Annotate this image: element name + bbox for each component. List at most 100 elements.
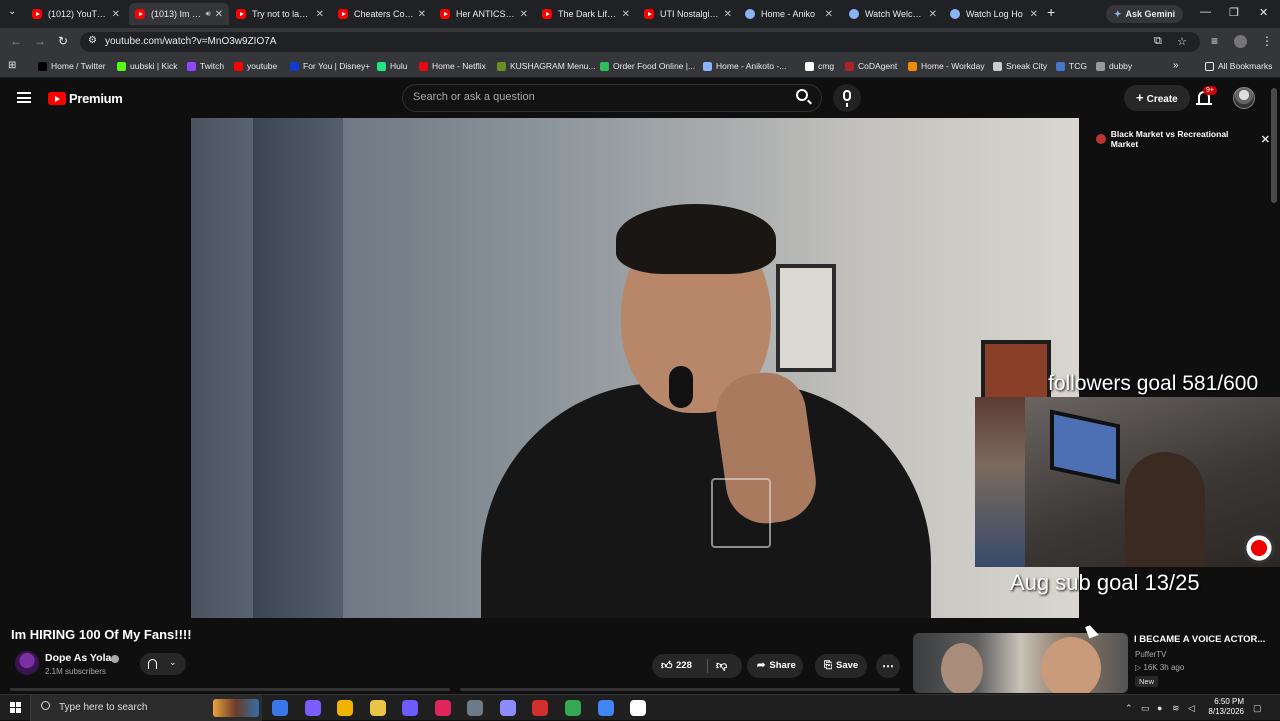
related-chip[interactable]: Black Market vs Recreational Market ✕ [1090, 128, 1270, 150]
bookmark-item[interactable]: Home - Workday [908, 61, 985, 71]
browser-tab[interactable]: Cheaters Court ✕ [332, 3, 432, 25]
bookmark-item[interactable]: Order Food Online |... [600, 61, 695, 71]
network-icon[interactable]: ▭ [1141, 703, 1150, 714]
taskbar-app-icon[interactable] [467, 700, 483, 716]
tab-audio-icon[interactable]: 🔊︎ [206, 9, 211, 19]
taskbar-app-icon[interactable] [565, 700, 581, 716]
tab-search-icon[interactable]: ⌄ [8, 6, 16, 17]
close-window-icon[interactable]: ✕ [1259, 6, 1268, 19]
browser-tab[interactable]: Her ANTICS Made ✕ [434, 3, 534, 25]
subscribed-notifications-button[interactable]: ⌄ [140, 653, 186, 675]
apps-grid-icon[interactable]: ⊞ [8, 60, 16, 71]
bookmark-item[interactable]: Home / Twitter [38, 61, 106, 71]
close-tab-icon[interactable]: ✕ [724, 9, 732, 20]
ask-gemini-button[interactable]: ✦ Ask Gemini [1106, 5, 1184, 23]
bookmark-item[interactable]: Sneak City [993, 61, 1047, 71]
browser-tab[interactable]: Watch Log Ho ✕ [944, 3, 1044, 25]
taskbar-app-icon[interactable] [598, 700, 614, 716]
browser-tab[interactable]: (1012) YouTube ✕ [26, 3, 126, 25]
taskbar-app-icon[interactable] [532, 700, 548, 716]
dislike-icon[interactable]: 👎︎ [716, 654, 727, 678]
close-tab-icon[interactable]: ✕ [418, 9, 426, 20]
suggested-video-channel[interactable]: PufferTV [1135, 650, 1166, 659]
create-button[interactable]: + Create [1124, 85, 1190, 111]
search-icon[interactable] [796, 89, 808, 101]
taskbar-app-icon[interactable] [500, 700, 516, 716]
taskbar-app-icon[interactable] [305, 700, 321, 716]
new-tab-button[interactable]: + [1047, 4, 1055, 20]
bookmark-item[interactable]: KUSHAGRAM Menu... [497, 61, 596, 71]
bookmark-item[interactable]: Home - Netflix [419, 61, 486, 71]
page-scrollbar[interactable] [1271, 88, 1277, 203]
back-icon[interactable]: ← [10, 34, 22, 48]
bookmark-item[interactable]: TCG [1056, 61, 1087, 71]
close-tab-icon[interactable]: ✕ [929, 9, 937, 20]
close-tab-icon[interactable]: ✕ [112, 9, 120, 20]
taskbar-app-icon[interactable] [337, 700, 353, 716]
account-avatar[interactable] [1233, 87, 1255, 109]
site-info-icon[interactable]: ⚙ [88, 35, 97, 46]
microphone-tray-icon[interactable]: ● [1157, 703, 1162, 713]
browser-tab[interactable]: Home - Aniko ✕ [739, 3, 839, 25]
address-bar[interactable]: ⚙ youtube.com/watch?v=MnO3w9ZIO7A ⧉ ☆ [80, 32, 1200, 52]
close-tab-icon[interactable]: ✕ [1030, 9, 1038, 20]
bookmark-item[interactable]: Home - Anikoto -... [703, 61, 786, 71]
browser-tab[interactable]: UTI Nostalgia R ✕ [638, 3, 738, 25]
notification-center-icon[interactable]: ▢ [1253, 703, 1262, 714]
forward-icon[interactable]: → [34, 34, 46, 48]
browser-tab[interactable]: Try not to laugh ✕ [230, 3, 330, 25]
taskbar-app-icon[interactable] [435, 700, 451, 716]
bookmark-item[interactable]: youtube [234, 61, 277, 71]
tray-overflow-icon[interactable]: ⌃ [1125, 703, 1133, 714]
bookmark-star-icon[interactable]: ☆ [1177, 35, 1187, 48]
share-button[interactable]: ➦ Share [747, 654, 803, 678]
close-tab-icon[interactable]: ✕ [520, 9, 528, 20]
close-icon[interactable]: ✕ [1261, 133, 1270, 146]
bookmark-item[interactable]: For You | Disney+ [290, 61, 370, 71]
taskbar-app-icon[interactable] [272, 700, 288, 716]
taskbar-app-icon[interactable] [402, 700, 418, 716]
close-tab-icon[interactable]: ✕ [316, 9, 324, 20]
voice-search-button[interactable] [833, 84, 861, 112]
channel-avatar[interactable] [15, 651, 39, 675]
search-box[interactable] [402, 84, 822, 112]
channel-name[interactable]: Dope As Yola [45, 652, 111, 664]
search-input[interactable] [413, 91, 783, 103]
close-tab-icon[interactable]: ✕ [825, 9, 833, 20]
video-player[interactable] [191, 118, 1079, 618]
browser-tab[interactable]: Watch Welcom ✕ [843, 3, 943, 25]
bookmark-item[interactable]: dubby [1096, 61, 1132, 71]
wifi-icon[interactable]: ≋ [1172, 703, 1180, 714]
like-icon[interactable]: 👍︎ [661, 654, 673, 678]
reload-icon[interactable]: ↻ [58, 34, 68, 48]
suggested-video-title[interactable]: I BECAME A VOICE ACTOR... [1134, 634, 1265, 645]
bookmark-item[interactable]: CoDAgent [845, 61, 897, 71]
profile-icon[interactable] [1234, 35, 1247, 48]
maximize-icon[interactable]: ❐ [1229, 6, 1239, 19]
close-tab-icon[interactable]: ✕ [622, 9, 630, 20]
close-tab-icon[interactable]: ✕ [215, 9, 223, 20]
windows-start-icon[interactable] [10, 702, 21, 713]
more-actions-button[interactable]: ⋯ [876, 654, 900, 678]
minimize-icon[interactable]: — [1200, 6, 1211, 18]
bookmark-item[interactable]: cmg [805, 61, 834, 71]
taskbar-app-icon[interactable] [630, 700, 646, 716]
bookmark-item[interactable]: uubski | Kick [117, 61, 178, 71]
bookmark-item[interactable]: Hulu [377, 61, 407, 71]
youtube-premium-logo[interactable]: Premium [48, 91, 123, 106]
browser-tab[interactable]: (1013) Im HIRING🔊︎ ✕ [129, 3, 229, 25]
system-clock[interactable]: 6:50 PM 8/13/2026 [1204, 697, 1244, 717]
save-button[interactable]: ⎘ Save [815, 654, 867, 678]
hamburger-menu-icon[interactable] [17, 92, 31, 103]
url-text[interactable]: youtube.com/watch?v=MnO3w9ZIO7A [105, 36, 276, 47]
taskbar-app-icon[interactable] [370, 700, 386, 716]
volume-icon[interactable]: ◁ [1188, 703, 1195, 714]
bookmark-item[interactable]: Twitch [187, 61, 224, 71]
install-icon[interactable]: ⧉ [1154, 35, 1162, 48]
suggested-video-thumbnail[interactable] [913, 633, 1128, 693]
taskbar-search-box[interactable]: Type here to search [30, 695, 262, 721]
all-bookmarks-folder[interactable]: All Bookmarks [1205, 61, 1272, 71]
chrome-menu-icon[interactable]: ⋮ [1261, 34, 1273, 48]
bookmarks-overflow-icon[interactable]: » [1173, 60, 1179, 71]
like-count[interactable]: 228 [676, 654, 692, 678]
